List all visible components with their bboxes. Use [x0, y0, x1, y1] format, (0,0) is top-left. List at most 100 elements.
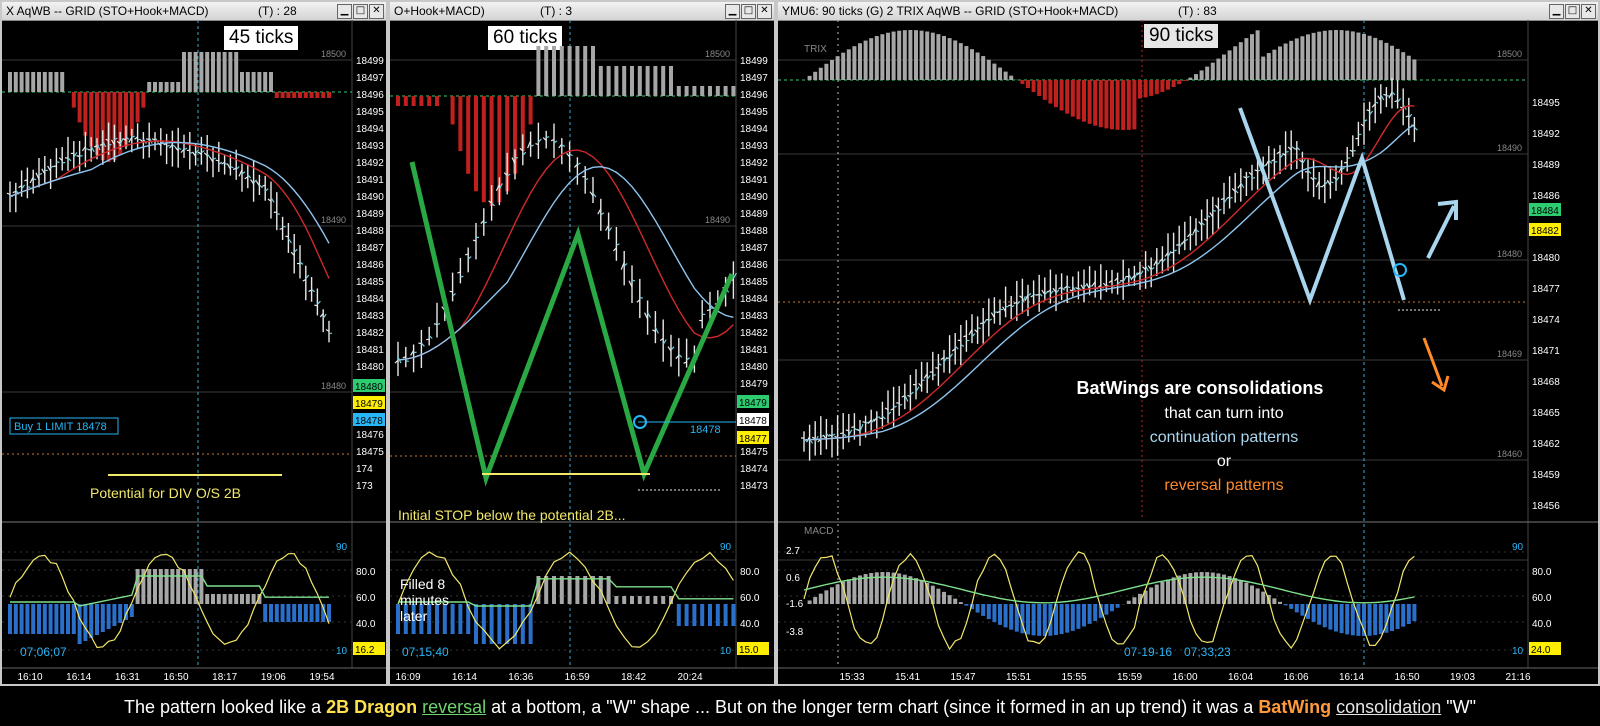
- price-axis-label: 18473: [740, 481, 768, 492]
- caption-consolidation-link[interactable]: consolidation: [1336, 697, 1441, 717]
- trix-histogram-bar: [1300, 36, 1305, 80]
- trix-histogram-bar: [692, 86, 697, 96]
- time-axis-label: 16:10: [17, 672, 42, 683]
- trix-histogram-bar: [1082, 80, 1086, 122]
- macd-histogram-bar: [630, 596, 634, 604]
- macd-histogram-bar: [25, 604, 30, 634]
- trix-histogram-bar: [908, 30, 913, 80]
- minimize-button[interactable]: ▁: [725, 4, 740, 19]
- osc-level-label: 80.0: [1532, 567, 1552, 578]
- close-button[interactable]: ✕: [757, 4, 772, 19]
- close-button[interactable]: ✕: [1581, 4, 1596, 19]
- trix-histogram-bar: [880, 34, 885, 80]
- price-axis-label: 18479: [740, 379, 768, 390]
- trix-histogram-bar: [536, 46, 541, 96]
- macd-histogram-bar: [1244, 582, 1249, 604]
- window-title-bar[interactable]: YMU6: 90 ticks (G) 2 TRIX AqWB -- GRID (…: [778, 2, 1598, 21]
- macd-histogram-bar: [813, 597, 818, 604]
- maximize-button[interactable]: □: [1565, 4, 1580, 19]
- chart-window-45-ticks[interactable]: X AqWB -- GRID (STO+Hook+MACD) (T) : 28 …: [0, 0, 388, 686]
- time-axis-label: 16:04: [1228, 672, 1253, 683]
- caption-reversal-link[interactable]: reversal: [422, 697, 486, 717]
- trix-histogram-bar: [54, 72, 59, 92]
- trix-histogram-bar: [280, 92, 285, 98]
- batwing-w-pattern: [1238, 107, 1406, 306]
- price-axis-label: 18490: [356, 192, 384, 203]
- caption-part: at a bottom, a "W" shape ... But on the …: [486, 697, 1259, 717]
- trix-histogram-bar: [886, 32, 890, 80]
- price-axis-label: 18483: [356, 311, 384, 322]
- trix-histogram-bar: [1026, 80, 1030, 89]
- trix-histogram-bar: [863, 40, 868, 80]
- macd-histogram-bar: [1076, 604, 1081, 629]
- macd-histogram-bar: [269, 604, 273, 622]
- macd-histogram-bar: [1238, 580, 1243, 604]
- price-axis-label: 18486: [1532, 191, 1560, 202]
- chart-window-60-ticks[interactable]: O+Hook+MACD) (T) : 3 ▁ □ ✕ 60 ticks 1850…: [388, 0, 776, 686]
- price-bar-open: [215, 159, 219, 162]
- trix-histogram-bar: [25, 72, 30, 92]
- minimize-button[interactable]: ▁: [1549, 4, 1564, 19]
- macd-histogram-bar: [292, 604, 297, 622]
- macd-histogram-bar: [1059, 604, 1064, 635]
- trix-histogram-bar: [1070, 80, 1075, 117]
- macd-histogram-bar: [552, 576, 556, 604]
- time-axis-label: 16:31: [115, 672, 140, 683]
- macd-histogram-bar: [1037, 604, 1042, 636]
- trix-histogram-bar: [559, 46, 564, 96]
- maximize-button[interactable]: □: [741, 4, 756, 19]
- macd-histogram-bar: [1093, 604, 1098, 621]
- price-chart-45-ticks[interactable]: 18500 18490 18480 18499 18497 18496 18495 18494…: [2, 20, 386, 686]
- price-bar-open: [879, 417, 883, 420]
- macd-histogram-bar: [1406, 604, 1411, 625]
- window-title-bar[interactable]: O+Hook+MACD) (T) : 3 ▁ □ ✕: [390, 2, 774, 21]
- price-bar-open: [1383, 93, 1387, 96]
- trix-histogram-bar: [676, 86, 681, 96]
- macd-level-label: 0.6: [786, 573, 800, 584]
- trix-histogram-bar: [975, 52, 980, 80]
- trix-histogram-bar: [1278, 46, 1282, 80]
- trix-histogram-bar: [292, 92, 297, 98]
- trix-histogram-bar: [1356, 32, 1361, 80]
- price-axis-label: 18488: [740, 226, 768, 237]
- macd-histogram-bar: [274, 604, 279, 622]
- price-bar-open: [1355, 137, 1359, 140]
- trix-histogram-bar: [1272, 49, 1277, 80]
- close-button[interactable]: ✕: [369, 4, 384, 19]
- window-title: O+Hook+MACD): [394, 4, 485, 18]
- price-axis-label: 18499: [740, 56, 768, 67]
- macd-histogram-bar: [964, 604, 969, 606]
- time-axis-label: 16:00: [1172, 672, 1197, 683]
- macd-histogram-bar: [13, 604, 18, 634]
- minimize-button[interactable]: ▁: [337, 4, 352, 19]
- price-axis-label: 18495: [356, 107, 384, 118]
- batwing-line2: continuation patterns: [1150, 429, 1299, 446]
- macd-histogram-bar: [222, 594, 227, 604]
- maximize-button[interactable]: □: [353, 4, 368, 19]
- macd-histogram-bar: [684, 604, 689, 626]
- macd-level-label: -3.8: [786, 627, 804, 638]
- price-chart-60-ticks[interactable]: 18500 18490 18499 18497 18496 18495 18494 18493…: [390, 20, 774, 686]
- price-axis-label: 18486: [356, 260, 384, 271]
- trix-histogram-bar: [1087, 80, 1092, 124]
- trix-histogram-bar: [205, 52, 210, 92]
- macd-histogram-bar: [1065, 604, 1070, 633]
- macd-histogram-bar: [1087, 604, 1092, 624]
- macd-histogram-bar: [708, 604, 712, 626]
- chart-window-90-ticks[interactable]: YMU6: 90 ticks (G) 2 TRIX AqWB -- GRID (…: [776, 0, 1600, 686]
- trix-histogram-bar: [575, 46, 580, 96]
- price-axis-label: 18474: [740, 464, 768, 475]
- macd-histogram-bar: [1289, 604, 1294, 609]
- macd-histogram-bar: [315, 604, 320, 622]
- trix-histogram-bar: [958, 43, 963, 80]
- macd-histogram-bar: [645, 596, 650, 604]
- caption-2b-dragon: 2B Dragon: [326, 697, 418, 717]
- trix-histogram-bar: [914, 30, 918, 80]
- macd-histogram-bar: [1373, 604, 1378, 636]
- price-axis-label: 174: [356, 464, 373, 475]
- macd-histogram-bar: [818, 593, 823, 604]
- macd-histogram-bar: [1334, 604, 1338, 632]
- price-chart-90-ticks[interactable]: 18500 18490 18480 18469 18460 18495 18492 18489…: [778, 20, 1598, 686]
- osc-level-label: 90: [1512, 542, 1524, 553]
- window-title-bar[interactable]: X AqWB -- GRID (STO+Hook+MACD) (T) : 28 …: [2, 2, 386, 21]
